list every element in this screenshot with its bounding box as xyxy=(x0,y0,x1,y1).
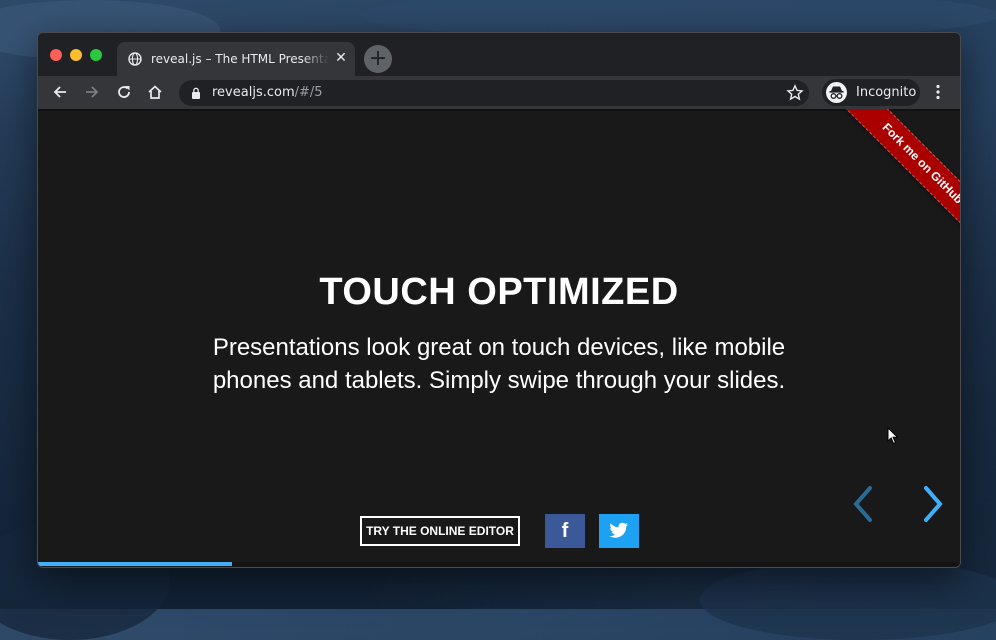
incognito-icon xyxy=(826,82,847,103)
close-window-button[interactable] xyxy=(50,49,62,61)
arrow-left-icon[interactable] xyxy=(50,82,70,102)
twitter-share-button[interactable] xyxy=(599,514,639,548)
slide-progress-bar xyxy=(38,562,960,566)
try-online-editor-button[interactable]: TRY THE ONLINE EDITOR xyxy=(360,516,520,546)
mouse-cursor-icon xyxy=(887,427,899,445)
slide-body-text: Presentations look great on touch device… xyxy=(212,334,786,394)
globe-icon xyxy=(128,52,142,66)
reload-icon[interactable] xyxy=(114,82,134,102)
previous-slide-arrow[interactable] xyxy=(848,484,878,524)
arrow-right-icon[interactable] xyxy=(82,82,102,102)
browser-toolbar: revealjs.com/#/5 Incognito xyxy=(38,76,960,109)
facebook-share-button[interactable]: f xyxy=(545,514,585,548)
home-icon[interactable] xyxy=(145,82,165,102)
fork-me-ribbon[interactable]: Fork me on GitHub xyxy=(840,109,960,246)
github-ribbon-container: Fork me on GitHub xyxy=(820,109,960,249)
slide-title: TOUCH OPTIMIZED xyxy=(319,271,679,313)
new-tab-button[interactable]: + xyxy=(364,45,392,73)
browser-window: reveal.js – The HTML Presentation Framew… xyxy=(37,32,961,568)
wallpaper-rock xyxy=(700,560,996,640)
facebook-icon: f xyxy=(561,520,569,542)
incognito-profile-button[interactable]: Incognito xyxy=(822,79,920,106)
tab-close-icon[interactable]: ✕ xyxy=(332,49,350,67)
tab-strip: reveal.js – The HTML Presentation Framew… xyxy=(38,33,960,76)
next-slide-arrow[interactable] xyxy=(918,484,948,524)
browser-tab-active[interactable]: reveal.js – The HTML Presentation Framew… xyxy=(117,42,355,76)
lock-icon xyxy=(192,87,200,99)
zoom-window-button[interactable] xyxy=(90,49,102,61)
url-text: revealjs.com/#/5 xyxy=(212,84,323,102)
tab-title: reveal.js – The HTML Presentation Framew… xyxy=(151,52,329,66)
reveal-slide-viewport: Fork me on GitHub TOUCH OPTIMIZED Presen… xyxy=(38,109,960,567)
url-path: /#/5 xyxy=(294,85,323,100)
minimize-window-button[interactable] xyxy=(70,49,82,61)
address-bar[interactable]: revealjs.com/#/5 xyxy=(179,80,809,106)
incognito-label: Incognito xyxy=(856,85,917,100)
star-icon[interactable] xyxy=(785,83,805,103)
twitter-icon xyxy=(609,522,629,538)
url-domain: revealjs.com xyxy=(212,85,295,100)
slide-progress-fill xyxy=(38,562,232,566)
kebab-menu-icon[interactable] xyxy=(928,82,948,102)
